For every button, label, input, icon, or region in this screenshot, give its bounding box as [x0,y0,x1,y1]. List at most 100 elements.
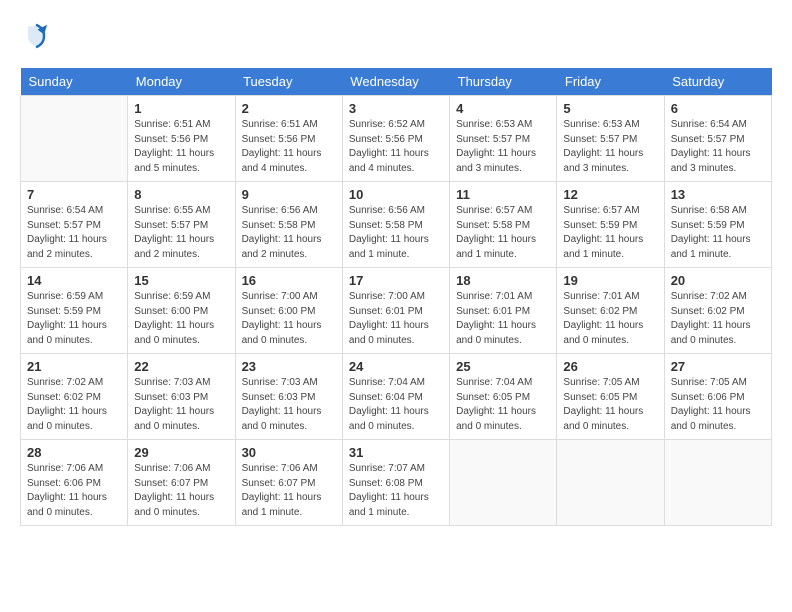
calendar-week-row: 14 Sunrise: 6:59 AMSunset: 5:59 PMDayligh… [21,268,772,354]
column-header-wednesday: Wednesday [342,68,449,96]
calendar-cell: 17 Sunrise: 7:00 AMSunset: 6:01 PMDayligh… [342,268,449,354]
calendar-cell [557,440,664,526]
logo [20,20,56,52]
day-number: 25 [456,359,550,374]
day-number: 3 [349,101,443,116]
day-info: Sunrise: 6:59 AMSunset: 5:59 PMDaylight:… [27,290,121,348]
day-number: 24 [349,359,443,374]
day-number: 31 [349,445,443,460]
calendar-cell: 10 Sunrise: 6:56 AMSunset: 5:58 PMDayligh… [342,182,449,268]
calendar-cell: 5 Sunrise: 6:53 AMSunset: 5:57 PMDaylight… [557,96,664,182]
calendar-cell: 27 Sunrise: 7:05 AMSunset: 6:06 PMDayligh… [664,354,771,440]
day-info: Sunrise: 7:06 AMSunset: 6:07 PMDaylight:… [242,462,336,520]
day-info: Sunrise: 6:52 AMSunset: 5:56 PMDaylight:… [349,118,443,176]
day-info: Sunrise: 6:53 AMSunset: 5:57 PMDaylight:… [456,118,550,176]
day-info: Sunrise: 7:06 AMSunset: 6:06 PMDaylight:… [27,462,121,520]
day-info: Sunrise: 6:58 AMSunset: 5:59 PMDaylight:… [671,204,765,262]
day-number: 10 [349,187,443,202]
day-info: Sunrise: 6:55 AMSunset: 5:57 PMDaylight:… [134,204,228,262]
day-info: Sunrise: 6:54 AMSunset: 5:57 PMDaylight:… [27,204,121,262]
day-number: 19 [563,273,657,288]
day-info: Sunrise: 6:53 AMSunset: 5:57 PMDaylight:… [563,118,657,176]
calendar-cell [21,96,128,182]
day-info: Sunrise: 6:56 AMSunset: 5:58 PMDaylight:… [349,204,443,262]
day-info: Sunrise: 7:06 AMSunset: 6:07 PMDaylight:… [134,462,228,520]
day-info: Sunrise: 6:57 AMSunset: 5:58 PMDaylight:… [456,204,550,262]
day-info: Sunrise: 6:51 AMSunset: 5:56 PMDaylight:… [134,118,228,176]
day-number: 1 [134,101,228,116]
day-number: 8 [134,187,228,202]
calendar-cell: 18 Sunrise: 7:01 AMSunset: 6:01 PMDayligh… [450,268,557,354]
calendar-week-row: 7 Sunrise: 6:54 AMSunset: 5:57 PMDaylight… [21,182,772,268]
calendar-cell: 16 Sunrise: 7:00 AMSunset: 6:00 PMDayligh… [235,268,342,354]
day-number: 20 [671,273,765,288]
day-info: Sunrise: 7:00 AMSunset: 6:01 PMDaylight:… [349,290,443,348]
day-info: Sunrise: 6:59 AMSunset: 6:00 PMDaylight:… [134,290,228,348]
column-header-friday: Friday [557,68,664,96]
day-number: 22 [134,359,228,374]
day-number: 4 [456,101,550,116]
day-number: 14 [27,273,121,288]
day-number: 2 [242,101,336,116]
day-info: Sunrise: 7:00 AMSunset: 6:00 PMDaylight:… [242,290,336,348]
calendar-cell: 31Sunrise: 7:07 AMSunset: 6:08 PMDayligh… [342,440,449,526]
calendar-cell: 1 Sunrise: 6:51 AMSunset: 5:56 PMDaylight… [128,96,235,182]
calendar-cell: 6 Sunrise: 6:54 AMSunset: 5:57 PMDaylight… [664,96,771,182]
column-header-thursday: Thursday [450,68,557,96]
day-info: Sunrise: 6:51 AMSunset: 5:56 PMDaylight:… [242,118,336,176]
calendar-table: SundayMondayTuesdayWednesdayThursdayFrid… [20,68,772,526]
column-header-sunday: Sunday [21,68,128,96]
day-info: Sunrise: 7:03 AMSunset: 6:03 PMDaylight:… [242,376,336,434]
day-info: Sunrise: 7:02 AMSunset: 6:02 PMDaylight:… [27,376,121,434]
day-info: Sunrise: 7:01 AMSunset: 6:01 PMDaylight:… [456,290,550,348]
calendar-cell: 11 Sunrise: 6:57 AMSunset: 5:58 PMDayligh… [450,182,557,268]
calendar-cell: 13 Sunrise: 6:58 AMSunset: 5:59 PMDayligh… [664,182,771,268]
calendar-cell [450,440,557,526]
day-info: Sunrise: 7:05 AMSunset: 6:05 PMDaylight:… [563,376,657,434]
day-number: 13 [671,187,765,202]
calendar-cell: 29Sunrise: 7:06 AMSunset: 6:07 PMDayligh… [128,440,235,526]
day-number: 16 [242,273,336,288]
calendar-cell: 21 Sunrise: 7:02 AMSunset: 6:02 PMDayligh… [21,354,128,440]
calendar-cell: 20 Sunrise: 7:02 AMSunset: 6:02 PMDayligh… [664,268,771,354]
day-number: 15 [134,273,228,288]
day-number: 5 [563,101,657,116]
day-number: 30 [242,445,336,460]
column-header-saturday: Saturday [664,68,771,96]
calendar-header-row: SundayMondayTuesdayWednesdayThursdayFrid… [21,68,772,96]
day-number: 23 [242,359,336,374]
day-info: Sunrise: 6:54 AMSunset: 5:57 PMDaylight:… [671,118,765,176]
calendar-cell: 19 Sunrise: 7:01 AMSunset: 6:02 PMDayligh… [557,268,664,354]
calendar-cell: 23 Sunrise: 7:03 AMSunset: 6:03 PMDayligh… [235,354,342,440]
day-number: 17 [349,273,443,288]
day-info: Sunrise: 6:57 AMSunset: 5:59 PMDaylight:… [563,204,657,262]
day-info: Sunrise: 7:01 AMSunset: 6:02 PMDaylight:… [563,290,657,348]
calendar-cell: 24 Sunrise: 7:04 AMSunset: 6:04 PMDayligh… [342,354,449,440]
calendar-cell: 3 Sunrise: 6:52 AMSunset: 5:56 PMDaylight… [342,96,449,182]
day-number: 18 [456,273,550,288]
day-number: 26 [563,359,657,374]
day-number: 27 [671,359,765,374]
page-header [20,20,772,52]
column-header-tuesday: Tuesday [235,68,342,96]
calendar-cell: 28Sunrise: 7:06 AMSunset: 6:06 PMDayligh… [21,440,128,526]
day-info: Sunrise: 6:56 AMSunset: 5:58 PMDaylight:… [242,204,336,262]
day-number: 6 [671,101,765,116]
day-number: 21 [27,359,121,374]
calendar-cell: 8 Sunrise: 6:55 AMSunset: 5:57 PMDaylight… [128,182,235,268]
column-header-monday: Monday [128,68,235,96]
day-number: 11 [456,187,550,202]
day-number: 7 [27,187,121,202]
calendar-cell: 7 Sunrise: 6:54 AMSunset: 5:57 PMDaylight… [21,182,128,268]
calendar-week-row: 28Sunrise: 7:06 AMSunset: 6:06 PMDayligh… [21,440,772,526]
day-info: Sunrise: 7:04 AMSunset: 6:05 PMDaylight:… [456,376,550,434]
calendar-cell: 22Sunrise: 7:03 AMSunset: 6:03 PMDayligh… [128,354,235,440]
day-info: Sunrise: 7:04 AMSunset: 6:04 PMDaylight:… [349,376,443,434]
calendar-cell: 26 Sunrise: 7:05 AMSunset: 6:05 PMDayligh… [557,354,664,440]
calendar-cell: 30 Sunrise: 7:06 AMSunset: 6:07 PMDayligh… [235,440,342,526]
day-info: Sunrise: 7:02 AMSunset: 6:02 PMDaylight:… [671,290,765,348]
calendar-cell: 15 Sunrise: 6:59 AMSunset: 6:00 PMDayligh… [128,268,235,354]
day-number: 12 [563,187,657,202]
day-info: Sunrise: 7:05 AMSunset: 6:06 PMDaylight:… [671,376,765,434]
calendar-week-row: 21 Sunrise: 7:02 AMSunset: 6:02 PMDayligh… [21,354,772,440]
